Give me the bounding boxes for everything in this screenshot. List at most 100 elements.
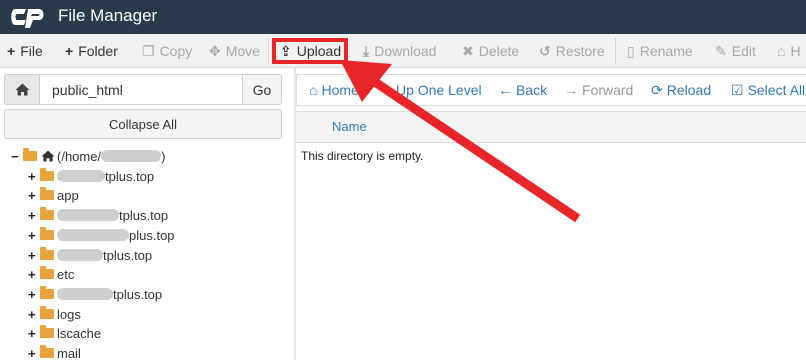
up-one-level-label: Up One Level <box>396 82 482 98</box>
restore-button[interactable]: ↺ Restore <box>539 34 605 68</box>
new-file-label: File <box>20 43 43 59</box>
folder-icon <box>40 247 54 260</box>
empty-directory-message: This directory is empty. <box>301 149 424 163</box>
move-label: Move <box>225 43 260 59</box>
cpanel-logo-icon <box>11 9 44 28</box>
html-editor-label: H <box>790 43 801 59</box>
forward-button[interactable]: → Forward <box>564 75 633 105</box>
expand-toggle[interactable]: + <box>28 208 38 223</box>
rename-label: Rename <box>639 43 693 59</box>
nav-home-button[interactable]: ⌂ Home <box>309 75 359 105</box>
tree-item[interactable]: + tplus.top <box>28 205 168 225</box>
folder-icon <box>40 187 54 200</box>
go-button[interactable]: Go <box>242 74 282 105</box>
tree-root[interactable]: − (/home/ ) <box>11 146 165 166</box>
plus-icon: + <box>65 43 74 59</box>
tree-item[interactable]: + tplus.top <box>28 166 154 186</box>
arrow-left-icon: ← <box>498 82 512 98</box>
edit-button[interactable]: ✎ Edit <box>715 34 756 68</box>
collapse-toggle[interactable]: − <box>11 149 21 164</box>
expand-toggle[interactable]: + <box>28 169 38 184</box>
restore-label: Restore <box>555 43 605 59</box>
redacted-text <box>57 229 129 241</box>
home-icon <box>41 150 55 162</box>
expand-toggle[interactable]: + <box>28 287 38 302</box>
folder-icon <box>40 345 54 358</box>
back-label: Back <box>516 82 548 98</box>
restore-icon: ↺ <box>539 42 551 59</box>
home-icon: ⌂ <box>309 82 318 98</box>
nav-home-label: Home <box>321 82 359 98</box>
tree-item-label: tplus.top <box>119 207 169 223</box>
copy-icon: ❐ <box>142 42 155 59</box>
arrow-up-icon: ↑ <box>385 82 392 98</box>
app-title: File Manager <box>58 6 158 25</box>
folder-icon <box>40 325 54 338</box>
tree-item-label: mail <box>57 345 81 360</box>
directory-tree-panel: Go Collapse All − (/home/ ) + tplus.top <box>0 68 290 360</box>
select-all-button[interactable]: ☑ Select All <box>731 75 805 105</box>
collapse-all-button[interactable]: Collapse All <box>4 109 282 139</box>
home-icon <box>15 83 29 96</box>
toolbar: + File + Folder ❐ Copy ✥ Move ⇪ Upload ⤓… <box>0 34 806 68</box>
move-button[interactable]: ✥ Move <box>209 34 260 68</box>
new-folder-button[interactable]: + Folder <box>65 34 118 68</box>
folder-icon <box>40 168 54 181</box>
new-file-button[interactable]: + File <box>7 34 43 68</box>
path-input[interactable] <box>40 74 243 105</box>
expand-toggle[interactable]: + <box>28 228 38 243</box>
tree-item-label: etc <box>57 266 75 282</box>
tree-item-mail[interactable]: + mail <box>28 343 81 360</box>
tree-item[interactable]: + plus.top <box>28 225 175 245</box>
folder-icon <box>40 227 54 240</box>
move-icon: ✥ <box>209 42 221 59</box>
delete-label: Delete <box>478 43 520 59</box>
copy-button[interactable]: ❐ Copy <box>142 34 192 68</box>
home-button[interactable] <box>4 74 40 105</box>
reload-button[interactable]: ⟳ Reload <box>651 75 711 105</box>
file-list-header: Name <box>296 111 806 143</box>
reload-label: Reload <box>666 82 712 98</box>
tree-item[interactable]: + tplus.top <box>28 245 152 265</box>
new-folder-label: Folder <box>78 43 118 59</box>
tree-item-label: tplus.top <box>113 286 163 302</box>
title-bar: File Manager <box>0 0 806 34</box>
plus-icon: + <box>7 43 16 59</box>
tree-item-label: tplus.top <box>105 168 155 184</box>
column-header-name[interactable]: Name <box>332 119 367 134</box>
expand-toggle[interactable]: + <box>28 267 38 282</box>
tree-item-label: lscache <box>57 325 102 341</box>
expand-toggle[interactable]: + <box>28 346 38 360</box>
tree-item-label: logs <box>57 306 81 322</box>
tree-item-lscache[interactable]: + lscache <box>28 323 101 343</box>
folder-icon <box>40 306 54 319</box>
file-list-panel: ⌂ Home ↑ Up One Level ← Back → Forward ⟳… <box>296 68 806 360</box>
tree-item-logs[interactable]: + logs <box>28 304 81 324</box>
html-editor-button[interactable]: ⌂ H <box>777 34 801 68</box>
back-button[interactable]: ← Back <box>498 75 547 105</box>
folder-open-icon <box>23 148 37 161</box>
expand-toggle[interactable]: + <box>28 188 38 203</box>
up-one-level-button[interactable]: ↑ Up One Level <box>385 75 482 105</box>
tree-item[interactable]: + tplus.top <box>28 284 162 304</box>
download-label: Download <box>374 43 437 59</box>
annotation-highlight-box <box>272 38 348 64</box>
download-icon: ⤓ <box>363 42 370 59</box>
edit-label: Edit <box>731 43 756 59</box>
tree-item-label-suffix: ) <box>161 148 166 164</box>
forward-label: Forward <box>582 82 634 98</box>
expand-toggle[interactable]: + <box>28 326 38 341</box>
redacted-text <box>57 170 105 182</box>
expand-toggle[interactable]: + <box>28 248 38 263</box>
reload-icon: ⟳ <box>651 81 663 98</box>
redacted-text <box>57 249 103 261</box>
delete-button[interactable]: ✖ Delete <box>462 34 519 68</box>
arrow-right-icon: → <box>564 82 578 98</box>
tree-item-app[interactable]: + app <box>28 185 79 205</box>
copy-label: Copy <box>159 43 193 59</box>
tree-item-etc[interactable]: + etc <box>28 264 74 284</box>
rename-button[interactable]: ▯ Rename <box>627 34 693 68</box>
file-manager-window: File Manager + File + Folder ❐ Copy ✥ Mo… <box>0 0 806 360</box>
download-button[interactable]: ⤓ Download <box>363 34 436 68</box>
expand-toggle[interactable]: + <box>28 307 38 322</box>
